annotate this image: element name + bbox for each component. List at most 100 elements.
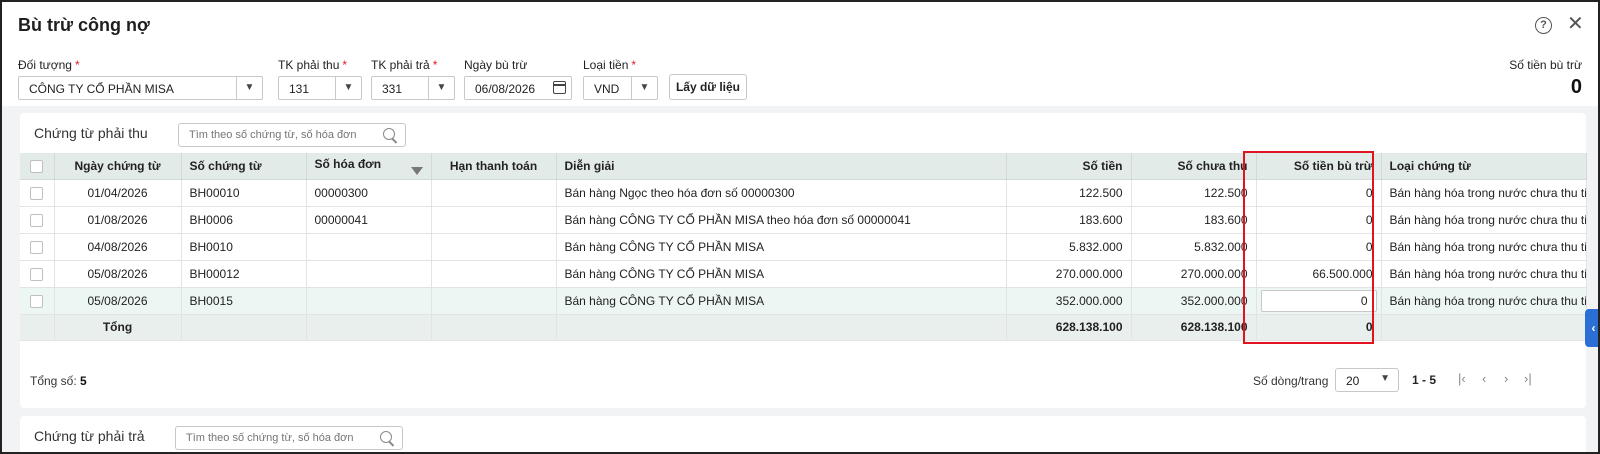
tk-phai-tra-select[interactable]: 331 ▼ [371,76,455,100]
col-so-chua-thu[interactable]: Số chưa thu [1131,153,1257,180]
ngay-bu-tru-label: Ngày bù trừ [464,58,528,72]
cell-so-tien: 5.832.000 [1006,233,1132,261]
highlight-box [1243,151,1374,344]
title-bar: Bù trừ công nợ ? ✕ [2,2,1598,48]
cell-so-chua-thu: 352.000.000 [1131,287,1257,315]
col-dien-giai[interactable]: Diễn giải [556,153,1007,180]
col-ngay-chung-tu[interactable]: Ngày chứng từ [54,153,182,180]
cell-han [431,179,557,207]
total-empty-cell [431,314,557,341]
row-checkbox-cell[interactable] [20,206,55,234]
chevron-down-icon[interactable]: ▼ [1380,373,1390,384]
chevron-down-icon[interactable]: ▼ [236,77,262,99]
col-so-tien[interactable]: Số tiền [1006,153,1132,180]
chevron-left-icon[interactable]: ‹ [1585,309,1598,347]
last-page-icon[interactable]: ›| [1524,371,1532,386]
payables-title: Chứng từ phải trả [34,428,145,444]
cell-so-hoa-don [306,233,432,261]
total-empty-cell [306,314,432,341]
record-count: Tổng số: 5 [30,374,87,388]
col-so-chung-tu[interactable]: Số chứng từ [181,153,307,180]
row-checkbox-cell[interactable] [20,260,55,288]
select-all-checkbox-cell[interactable] [20,153,55,180]
cell-so-hoa-don: 00000041 [306,206,432,234]
select-all-checkbox[interactable] [30,159,44,173]
cell-dien-giai: Bán hàng Ngọc theo hóa đơn số 00000300 [556,179,1007,207]
cell-ngay: 05/08/2026 [54,260,182,288]
total-so-chua-thu: 628.138.100 [1131,314,1257,341]
cell-so-chung-tu-link[interactable]: BH0010 [181,233,307,261]
so-tien-bu-tru-value: 0 [1570,76,1582,98]
tk-phai-tra-label: TK phải trả * [371,58,438,72]
rows-per-page-label: Số dòng/trang [1253,374,1329,388]
row-checkbox[interactable] [30,186,44,200]
so-tien-bu-tru-label: Số tiền bù trừ [1509,58,1582,72]
search-icon[interactable] [380,431,392,443]
cell-so-chung-tu-link[interactable]: BH0006 [181,206,307,234]
cell-so-chua-thu: 5.832.000 [1131,233,1257,261]
row-checkbox-cell[interactable] [20,233,55,261]
cell-dien-giai: Bán hàng CÔNG TY CỔ PHẦN MISA theo hóa đ… [556,206,1007,234]
cell-so-chua-thu: 122.500 [1131,179,1257,207]
chevron-down-icon[interactable]: ▼ [428,77,454,99]
loai-tien-select[interactable]: VND ▼ [583,76,658,100]
dialog-title: Bù trừ công nợ [18,15,150,35]
col-loai-chung-tu[interactable]: Loại chứng từ [1381,153,1587,180]
cell-dien-giai: Bán hàng CÔNG TY CỔ PHẦN MISA [556,260,1007,288]
cell-loai-chung-tu: Bán hàng hóa trong nước chưa thu tiền [1381,206,1587,234]
total-empty-cell [556,314,1007,341]
next-page-icon[interactable]: › [1504,371,1508,386]
doi-tuong-select[interactable]: CÔNG TY CỔ PHẦN MISA ▼ [18,76,263,100]
receivables-search-input[interactable] [178,123,406,147]
row-checkbox-cell[interactable] [20,287,55,315]
total-empty-cell [181,314,307,341]
filter-icon[interactable] [410,166,423,175]
cell-han [431,260,557,288]
col-so-hoa-don[interactable]: Số hóa đơn [306,153,432,180]
page-range: 1 - 5 [1412,373,1437,387]
cell-han [431,233,557,261]
cell-loai-chung-tu: Bán hàng hóa trong nước chưa thu tiền [1381,179,1587,207]
prev-page-icon[interactable]: ‹ [1482,371,1486,386]
ngay-bu-tru-input[interactable]: 06/08/2026 [464,76,572,100]
cell-so-chung-tu-link[interactable]: BH00010 [181,179,307,207]
ngay-bu-tru-value: 06/08/2026 [475,82,536,96]
dialog: Bù trừ công nợ ? ✕ Đối tượng * CÔNG TY CỔ… [0,0,1600,454]
cell-ngay: 05/08/2026 [54,287,182,315]
chevron-down-icon[interactable]: ▼ [335,77,361,99]
cell-so-chung-tu-link[interactable]: BH00012 [181,260,307,288]
cell-loai-chung-tu: Bán hàng hóa trong nước chưa thu tiền [1381,233,1587,261]
cell-so-tien: 352.000.000 [1006,287,1132,315]
row-checkbox[interactable] [30,267,44,281]
total-so-tien: 628.138.100 [1006,314,1132,341]
doi-tuong-value: CÔNG TY CỔ PHẦN MISA [29,82,174,96]
chevron-down-icon[interactable]: ▼ [631,77,657,99]
cell-ngay: 01/04/2026 [54,179,182,207]
row-checkbox[interactable] [30,240,44,254]
total-empty-cell [1381,314,1587,341]
fetch-data-button[interactable]: Lấy dữ liệu [669,74,747,100]
cell-han [431,206,557,234]
first-page-icon[interactable]: |‹ [1458,371,1466,386]
cell-dien-giai: Bán hàng CÔNG TY CỔ PHẦN MISA [556,233,1007,261]
row-checkbox-cell[interactable] [20,179,55,207]
tk-phai-thu-value: 131 [289,82,310,96]
cell-so-chung-tu-link[interactable]: BH0015 [181,287,307,315]
rows-per-page-select[interactable]: 20 ▼ [1335,368,1399,392]
row-checkbox[interactable] [30,294,44,308]
col-han-thanh-toan[interactable]: Hạn thanh toán [431,153,557,180]
cell-so-hoa-don: 00000300 [306,179,432,207]
calendar-icon[interactable] [553,81,566,94]
tk-phai-thu-select[interactable]: 131 ▼ [278,76,362,100]
cell-so-chua-thu: 183.600 [1131,206,1257,234]
search-icon[interactable] [383,128,395,140]
cell-ngay: 01/08/2026 [54,206,182,234]
cell-so-tien: 122.500 [1006,179,1132,207]
payables-search-input[interactable] [175,426,403,450]
doi-tuong-label: Đối tượng * [18,58,80,72]
row-checkbox[interactable] [30,213,44,227]
total-empty-cell [20,314,55,341]
help-icon[interactable]: ? [1535,17,1552,34]
cell-so-hoa-don [306,287,432,315]
close-icon[interactable]: ✕ [1567,14,1584,34]
